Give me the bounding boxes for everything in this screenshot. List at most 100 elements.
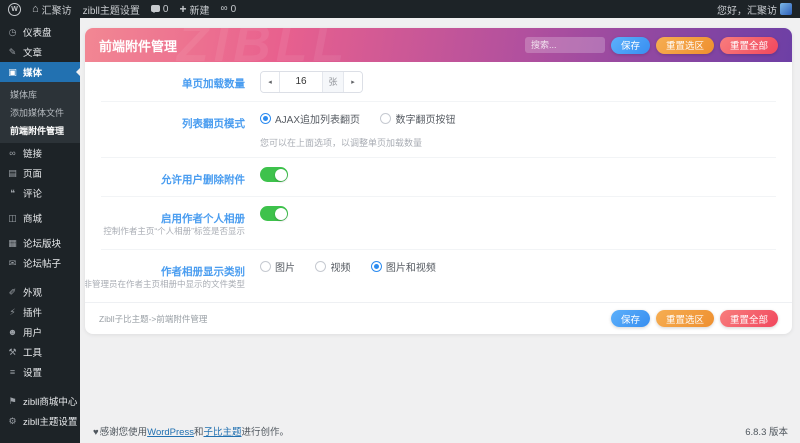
- settings-body: 单页加载数量 16 张: [85, 62, 792, 302]
- account-menu[interactable]: 您好，汇聚访: [717, 2, 792, 17]
- heart-icon: [93, 427, 100, 438]
- sidebar-item-links[interactable]: 链接: [0, 143, 80, 163]
- theme-settings-label: zibll主题设置: [82, 5, 140, 17]
- sidebar-item-shop[interactable]: 商城: [0, 208, 80, 228]
- radio-label: 图片: [275, 263, 295, 274]
- setting-row-allow-delete: 允许用户删除附件: [101, 158, 776, 197]
- sidebar-item-posts[interactable]: 文章: [0, 42, 80, 62]
- sidebar-item-label: 论坛版块: [23, 239, 62, 250]
- footer-reset-section-button[interactable]: 重置选区: [655, 310, 714, 327]
- radio-videos[interactable]: 视频: [315, 259, 350, 274]
- sidebar-item-label: 商城: [23, 214, 43, 225]
- gear-icon: [7, 416, 18, 427]
- toggle-knob: [274, 207, 287, 220]
- toggle-knob: [274, 168, 287, 181]
- radio-ajax-paging[interactable]: AJAX追加列表翻页: [260, 111, 360, 126]
- comments-count: 0: [162, 3, 169, 15]
- submenu-item-media-library[interactable]: 媒体库: [0, 85, 80, 103]
- radio-images-and-videos[interactable]: 图片和视频: [370, 259, 436, 274]
- site-name-link[interactable]: 汇聚访: [32, 2, 72, 17]
- stepper-decrease-button[interactable]: [261, 72, 279, 92]
- pages-icon: [7, 168, 18, 179]
- setting-label: 列表翻页模式: [182, 118, 245, 130]
- submenu-item-frontend-attachments[interactable]: 前端附件管理: [0, 121, 80, 139]
- comments-icon: [7, 188, 18, 199]
- page-footer: 感谢您使用WordPress和子比主题进行创作。 6.8.3 版本: [85, 424, 792, 443]
- sidebar-item-dashboard[interactable]: 仪表盘: [0, 22, 80, 42]
- wordpress-logo-icon: [8, 2, 21, 16]
- setting-label: 作者相册显示类别: [161, 266, 245, 278]
- setting-row-album-display: 作者相册显示类别 选择非管理员在作者主页相册中显示的文件类型 图片 视频: [85, 250, 776, 302]
- plus-icon: [179, 3, 186, 16]
- sidebar-item-zibll-shop-center[interactable]: zibll商城中心: [0, 391, 80, 411]
- stepper-value[interactable]: 16: [279, 72, 323, 92]
- footer-thanks-prefix: 感谢您使用: [99, 427, 148, 438]
- link-icon: [220, 4, 227, 14]
- author-album-toggle[interactable]: [260, 206, 288, 221]
- setting-row-paging-mode: 列表翻页模式 AJAX追加列表翻页 数字翻页按钮 您可以在上面选项，以调整单页加…: [101, 102, 776, 158]
- sidebar-item-media[interactable]: 媒体: [0, 62, 80, 82]
- reset-section-button[interactable]: 重置选区: [655, 36, 714, 54]
- sidebar-item-forum-posts[interactable]: 论坛帖子: [0, 253, 80, 273]
- save-button[interactable]: 保存: [610, 36, 650, 54]
- sidebar-item-plugins[interactable]: 插件: [0, 302, 80, 322]
- media-submenu: 媒体库 添加媒体文件 前端附件管理: [0, 82, 80, 143]
- stepper-unit: 张: [323, 72, 344, 92]
- sidebar-item-users[interactable]: 用户: [0, 322, 80, 342]
- wordpress-logo-menu[interactable]: [8, 2, 21, 16]
- sidebar-item-forum-sections[interactable]: 论坛版块: [0, 233, 80, 253]
- sidebar-item-settings[interactable]: 设置: [0, 362, 80, 382]
- sidebar-item-label: 仪表盘: [23, 28, 52, 39]
- admin-sidebar: 仪表盘 文章 媒体 媒体库 添加媒体文件 前端附件管理 链接 页面: [0, 18, 80, 443]
- search-input[interactable]: [524, 37, 605, 53]
- sidebar-item-tools[interactable]: 工具: [0, 342, 80, 362]
- radio-images[interactable]: 图片: [260, 259, 295, 274]
- sidebar-item-label: 用户: [23, 328, 43, 339]
- store-icon: [7, 213, 18, 224]
- sidebar-item-appearance[interactable]: 外观: [0, 282, 80, 302]
- sidebar-item-pages[interactable]: 页面: [0, 163, 80, 183]
- submenu-item-add-media[interactable]: 添加媒体文件: [0, 103, 80, 121]
- tools-icon: [7, 347, 18, 358]
- radio-label: 图片和视频: [385, 263, 436, 274]
- sidebar-item-label: 页面: [23, 169, 43, 180]
- sidebar-item-label: 插件: [23, 308, 43, 319]
- footer-reset-all-button[interactable]: 重置全部: [719, 310, 778, 327]
- theme-settings-link[interactable]: zibll主题设置: [83, 2, 140, 17]
- links-shortcut[interactable]: 0: [220, 3, 237, 15]
- new-content-menu[interactable]: 新建: [179, 2, 209, 17]
- radio-number-paging[interactable]: 数字翻页按钮: [380, 111, 455, 126]
- wordpress-link[interactable]: WordPress: [147, 427, 194, 438]
- page-title: 前端附件管理: [99, 38, 178, 54]
- setting-description: 控制作者主页“个人相册”标签是否显示: [103, 226, 245, 236]
- breadcrumb: Zibll子比主题->前端附件管理: [99, 313, 208, 324]
- setting-label: 启用作者个人相册: [161, 213, 245, 225]
- dashboard-icon: [7, 27, 18, 38]
- home-icon: [32, 4, 39, 15]
- sidebar-item-comments[interactable]: 评论: [0, 183, 80, 203]
- zibll-watermark: ZIBLL: [177, 28, 350, 62]
- forum-icon: [7, 238, 18, 249]
- allow-delete-toggle[interactable]: [260, 167, 288, 182]
- site-name-label: 汇聚访: [41, 5, 72, 17]
- setting-row-per-page: 单页加载数量 16 张: [101, 62, 776, 102]
- reset-all-button[interactable]: 重置全部: [719, 36, 778, 54]
- radio-label: AJAX追加列表翻页: [275, 115, 361, 126]
- sidebar-item-zibll-theme-settings[interactable]: zibll主题设置: [0, 411, 80, 431]
- avatar: [780, 3, 792, 15]
- main-content: ZIBLL 前端附件管理 保存 重置选区 重置全部 单页加载数量: [80, 18, 800, 443]
- links-count: 0: [230, 3, 237, 15]
- new-label: 新建: [189, 5, 210, 17]
- greeting-label: 您好，汇聚访: [717, 5, 777, 17]
- footer-save-button[interactable]: 保存: [610, 310, 650, 327]
- comments-shortcut[interactable]: 0: [150, 3, 169, 15]
- stepper-increase-button[interactable]: [344, 72, 362, 92]
- radio-checked-icon: [260, 113, 271, 124]
- zibll-theme-link[interactable]: 子比主题: [203, 427, 241, 438]
- sidebar-item-label: zibll商城中心: [23, 397, 78, 408]
- settings-icon: [7, 367, 18, 377]
- footer-thanks-suffix: 进行创作。: [241, 427, 290, 438]
- sidebar-item-label: 论坛帖子: [23, 259, 62, 270]
- card-footer: Zibll子比主题->前端附件管理 保存 重置选区 重置全部: [85, 302, 792, 334]
- links-icon: [7, 148, 18, 158]
